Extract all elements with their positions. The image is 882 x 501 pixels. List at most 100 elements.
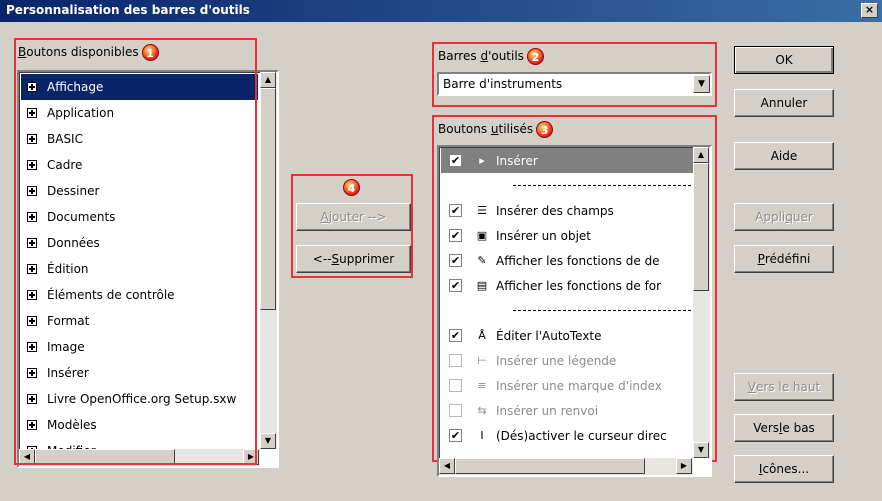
close-icon: × bbox=[864, 3, 875, 16]
list-item[interactable]: ✔ ▣ Insérer un objet bbox=[441, 223, 693, 248]
checkbox[interactable]: ✔ bbox=[449, 429, 462, 442]
scroll-left-icon[interactable]: ◀ bbox=[439, 458, 455, 474]
separator bbox=[441, 298, 693, 323]
button-label: Vers bbox=[753, 421, 780, 435]
autotext-icon: Å bbox=[478, 329, 486, 342]
button-label: jouter --> bbox=[328, 210, 387, 224]
mnemonic: q bbox=[785, 210, 793, 224]
used-buttons-list[interactable]: ✔ ▸ Insérer ✔ ☰ Insérer des champs ✔ ▣ Insérer u… bbox=[437, 145, 712, 477]
toolbars-select-value: Barre d'instruments bbox=[443, 77, 563, 91]
close-button[interactable]: × bbox=[861, 3, 878, 18]
scroll-down-icon[interactable]: ▼ bbox=[260, 433, 276, 449]
checkbox[interactable]: ✔ bbox=[449, 254, 462, 267]
apply-button[interactable]: Appli q uer bbox=[734, 203, 834, 231]
scroll-right-icon[interactable]: ▶ bbox=[676, 458, 692, 474]
list-item-label: Insérer une légende bbox=[496, 353, 617, 368]
draw-functions-icon: ✎ bbox=[477, 254, 487, 267]
chevron-down-icon[interactable]: ▼ bbox=[693, 75, 710, 93]
mnemonic: u bbox=[490, 122, 499, 136]
scroll-up-icon[interactable]: ▲ bbox=[260, 72, 276, 88]
list-item-label: Éditer l'AutoTexte bbox=[496, 328, 602, 343]
list-item-label: Insérer des champs bbox=[496, 203, 614, 218]
checkbox[interactable]: ✔ bbox=[449, 204, 462, 217]
list-item-label: Afficher les fonctions de de bbox=[496, 253, 660, 268]
scroll-thumb[interactable] bbox=[260, 88, 276, 310]
mnemonic: V bbox=[747, 380, 757, 394]
list-item-label: Insérer une marque d'index bbox=[496, 378, 662, 393]
list-item[interactable]: ✔ ☰ Insérer des champs bbox=[441, 198, 693, 223]
label-text: Barres bbox=[438, 49, 481, 63]
index-mark-icon: ≡ bbox=[477, 379, 487, 392]
button-label: rédéfini bbox=[764, 252, 811, 266]
scroll-thumb[interactable] bbox=[455, 458, 645, 474]
list-item[interactable]: ✔ ▸ Insérer bbox=[441, 148, 693, 173]
badge-4: 4 bbox=[343, 179, 360, 196]
mnemonic: d bbox=[480, 49, 489, 63]
checkbox[interactable]: ✔ bbox=[449, 154, 462, 167]
list-item[interactable]: ✔ I (Dés)activer le curseur direc bbox=[441, 423, 693, 448]
label-text: Boutons bbox=[438, 122, 491, 136]
toolbars-select[interactable]: Barre d'instruments ▼ bbox=[437, 72, 712, 96]
label-text: tilisés bbox=[498, 122, 534, 136]
icons-button[interactable]: Icônes... bbox=[734, 455, 834, 483]
button-label: Appli bbox=[755, 210, 786, 224]
direct-cursor-icon: I bbox=[480, 429, 484, 442]
help-button[interactable]: Aide bbox=[734, 142, 834, 170]
checkbox[interactable]: ✔ bbox=[449, 229, 462, 242]
list-item[interactable]: ⊢ Insérer une légende bbox=[441, 348, 693, 373]
used-vscrollbar[interactable]: ▲ ▼ bbox=[693, 147, 710, 458]
remove-button[interactable]: <-- Supprimer bbox=[296, 245, 411, 273]
list-item[interactable]: ⇆ Insérer un renvoi bbox=[441, 398, 693, 423]
list-item[interactable]: ✔ ✎ Afficher les fonctions de de bbox=[441, 248, 693, 273]
insert-frame-icon: ▸ bbox=[479, 154, 485, 167]
toolbars-label: Barres d'outils 2 bbox=[438, 48, 544, 65]
badge-3: 3 bbox=[536, 121, 554, 138]
list-item-label: Insérer un renvoi bbox=[496, 403, 599, 418]
checkbox[interactable]: ✔ bbox=[449, 329, 462, 342]
list-item[interactable]: ≡ Insérer une marque d'index bbox=[441, 373, 693, 398]
used-hscrollbar[interactable]: ◀ ▶ bbox=[439, 458, 693, 475]
caption-icon: ⊢ bbox=[477, 354, 487, 367]
move-up-button[interactable]: Vers le haut bbox=[734, 373, 834, 401]
button-label: e bas bbox=[782, 421, 815, 435]
mnemonic: A bbox=[320, 210, 329, 224]
scroll-up-icon[interactable]: ▲ bbox=[693, 147, 709, 163]
button-label: upprimer bbox=[339, 252, 395, 266]
insert-object-icon: ▣ bbox=[476, 229, 488, 242]
badge-2: 2 bbox=[526, 48, 544, 65]
separator bbox=[441, 173, 693, 198]
list-item[interactable]: ✔ ▤ Afficher les fonctions de for bbox=[441, 273, 693, 298]
mnemonic: S bbox=[331, 252, 340, 266]
title-bar: Personnalisation des barres d'outils × bbox=[0, 0, 882, 22]
cancel-button[interactable]: Annuler bbox=[734, 89, 834, 117]
used-buttons-label: Boutons utilisés 3 bbox=[438, 121, 554, 138]
list-item-label: (Dés)activer le curseur direc bbox=[496, 428, 667, 443]
move-down-button[interactable]: Vers le bas bbox=[734, 414, 834, 442]
form-functions-icon: ▤ bbox=[476, 279, 488, 292]
list-item-label: Insérer un objet bbox=[496, 228, 591, 243]
window-title: Personnalisation des barres d'outils bbox=[6, 3, 250, 17]
checkbox[interactable] bbox=[449, 379, 462, 392]
button-label: cônes... bbox=[762, 462, 810, 476]
label-text: 'outils bbox=[488, 49, 524, 63]
separator-line bbox=[513, 310, 691, 311]
list-item[interactable]: ✔ Å Éditer l'AutoTexte bbox=[441, 323, 693, 348]
predefined-button[interactable]: Prédéfini bbox=[734, 245, 834, 273]
available-vscrollbar[interactable]: ▲ ▼ bbox=[260, 72, 277, 449]
mnemonic: P bbox=[757, 252, 765, 266]
button-label: ers le haut bbox=[756, 380, 821, 394]
insert-fields-icon: ☰ bbox=[477, 204, 487, 217]
checkbox[interactable]: ✔ bbox=[449, 279, 462, 292]
ok-button[interactable]: OK bbox=[734, 46, 834, 74]
button-label: <-- bbox=[312, 252, 332, 266]
list-item-label: Afficher les fonctions de for bbox=[496, 278, 662, 293]
highlight-box-1 bbox=[14, 38, 257, 465]
separator-line bbox=[513, 185, 691, 186]
add-button[interactable]: Ajouter --> bbox=[296, 203, 411, 231]
scroll-thumb[interactable] bbox=[693, 163, 709, 291]
button-label: uer bbox=[792, 210, 813, 224]
scroll-down-icon[interactable]: ▼ bbox=[693, 442, 709, 458]
cross-reference-icon: ⇆ bbox=[477, 404, 487, 417]
checkbox[interactable] bbox=[449, 404, 462, 417]
checkbox[interactable] bbox=[449, 354, 462, 367]
